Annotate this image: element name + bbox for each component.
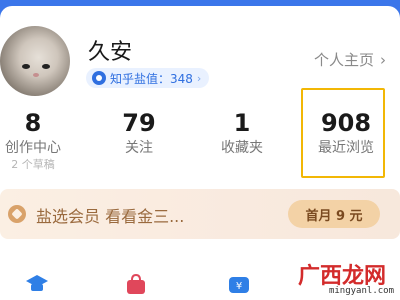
shopping-bag-icon[interactable] (125, 274, 147, 294)
vip-text: 盐选会员 看看金三... (36, 207, 185, 226)
salt-value-badge[interactable]: 知乎盐值：348 › (86, 68, 210, 88)
salt-icon (92, 71, 106, 85)
svg-text:¥: ¥ (236, 281, 242, 292)
homepage-link[interactable]: 个人主页 › (314, 49, 386, 70)
username: 久安 (88, 40, 133, 65)
stat-label: 收藏夹 (221, 140, 263, 156)
wallet-icon[interactable]: ¥ (228, 274, 250, 294)
avatar-nose (33, 73, 39, 77)
avatar-eye-right (42, 64, 50, 69)
watermark-url: mingyanl.com (328, 286, 394, 296)
chevron-right-icon: › (196, 71, 202, 85)
stat-label: 关注 (125, 140, 153, 156)
graduation-cap-icon[interactable] (26, 274, 48, 294)
stat-value: 8 (24, 109, 42, 137)
avatar[interactable] (0, 26, 70, 96)
stat-creator-center[interactable]: 8 创作中心 2 个草稿 (0, 108, 83, 172)
stat-value: 79 (122, 109, 156, 137)
salt-value-label: 知乎盐值：348 (110, 71, 193, 86)
stat-following[interactable]: 79 关注 (89, 108, 189, 158)
stat-label: 创作中心 (5, 140, 61, 156)
vip-icon (8, 205, 26, 223)
highlight-frame (301, 88, 385, 178)
vip-banner[interactable]: 盐选会员 看看金三... 首月 9 元 (0, 189, 400, 239)
avatar-eye-left (22, 64, 30, 69)
chevron-right-icon: › (380, 50, 386, 69)
stat-value: 1 (233, 109, 251, 137)
homepage-link-label: 个人主页 (313, 51, 374, 69)
stat-sub: 2 个草稿 (11, 158, 55, 171)
stat-favorites[interactable]: 1 收藏夹 (192, 108, 292, 158)
vip-price-button[interactable]: 首月 9 元 (288, 200, 380, 228)
